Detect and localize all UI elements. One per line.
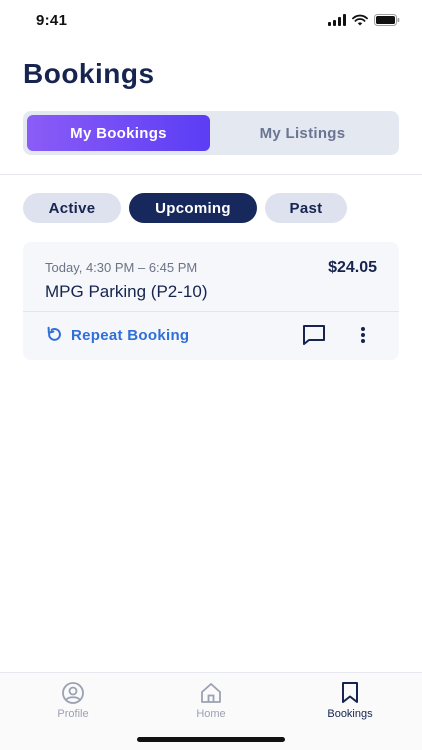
tab-bookings[interactable]: Bookings xyxy=(295,681,405,720)
bookmark-icon xyxy=(342,682,358,703)
booking-title: MPG Parking (P2-10) xyxy=(45,282,208,301)
filter-active-chip[interactable]: Active xyxy=(23,193,121,223)
tab-profile-label: Profile xyxy=(57,708,89,720)
tab-home-label: Home xyxy=(196,708,226,720)
more-vertical-icon xyxy=(361,327,365,343)
chat-icon xyxy=(303,325,325,345)
bookings-segmented-control: My Bookings My Listings xyxy=(23,111,399,155)
filter-upcoming-chip[interactable]: Upcoming xyxy=(129,193,257,223)
filter-past-chip[interactable]: Past xyxy=(265,193,347,223)
filter-chips: Active Upcoming Past xyxy=(23,193,347,223)
message-button[interactable] xyxy=(301,322,327,348)
booking-time-range: Today, 4:30 PM – 6:45 PM xyxy=(45,260,198,275)
more-options-button[interactable] xyxy=(355,322,371,348)
tab-home[interactable]: Home xyxy=(156,681,266,720)
booking-card[interactable]: Today, 4:30 PM – 6:45 PM $24.05 MPG Park… xyxy=(23,242,399,360)
card-divider xyxy=(23,311,399,312)
page-title: Bookings xyxy=(23,58,155,89)
signal-icon xyxy=(328,14,346,26)
tab-my-bookings[interactable]: My Bookings xyxy=(27,115,210,151)
tab-my-listings[interactable]: My Listings xyxy=(210,115,395,151)
booking-price: $24.05 xyxy=(328,259,377,276)
repeat-booking-button[interactable]: Repeat Booking xyxy=(45,322,189,348)
tab-profile[interactable]: Profile xyxy=(18,681,128,720)
battery-icon xyxy=(374,14,400,26)
status-icons xyxy=(328,14,400,26)
profile-icon xyxy=(62,682,84,704)
status-time: 9:41 xyxy=(36,12,68,29)
repeat-icon xyxy=(47,326,61,341)
status-bar: 9:41 xyxy=(0,0,422,44)
repeat-booking-label: Repeat Booking xyxy=(71,326,190,344)
section-divider xyxy=(0,174,422,175)
wifi-icon xyxy=(352,14,368,26)
home-indicator xyxy=(137,737,285,742)
tab-bookings-label: Bookings xyxy=(327,708,373,720)
home-icon xyxy=(201,683,221,703)
